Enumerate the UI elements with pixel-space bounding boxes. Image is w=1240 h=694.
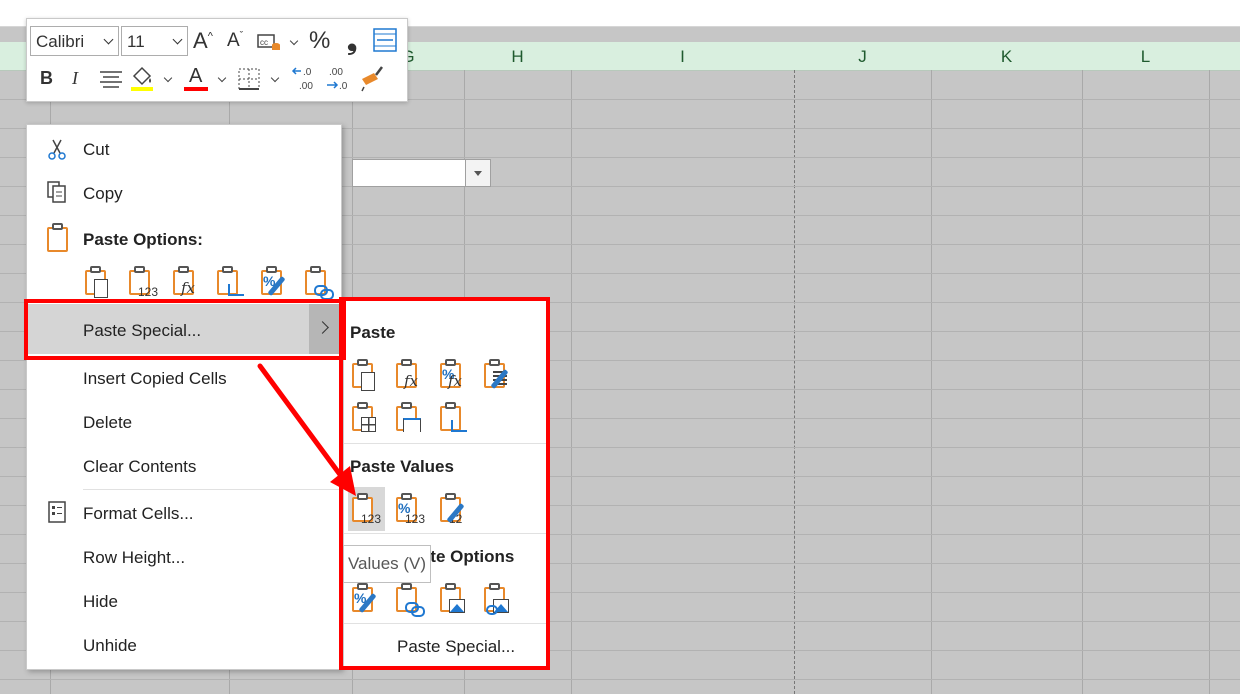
annotation-arrow bbox=[257, 363, 356, 496]
